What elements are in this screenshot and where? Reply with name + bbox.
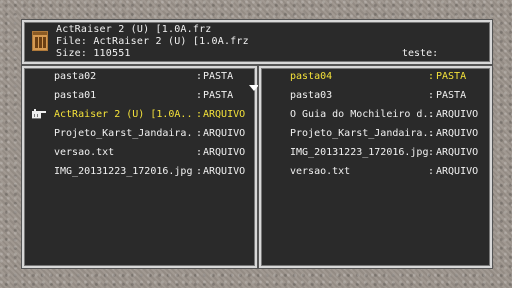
list-item-selected[interactable]: pasta04 : PASTA: [261, 71, 488, 89]
item-separator: :: [428, 128, 435, 139]
list-item-selected[interactable]: ActRaiser 2 (U) [1.0A... : ARQUIVO: [24, 109, 253, 127]
item-type: ARQUIVO: [203, 128, 246, 139]
item-type: ARQUIVO: [203, 166, 246, 177]
archive-file-icon: [32, 31, 48, 51]
item-name: versao.txt: [290, 166, 351, 177]
item-type: PASTA: [436, 90, 467, 101]
list-item[interactable]: Projeto_Karst_Jandaira... : ARQUIVO: [24, 128, 253, 146]
item-type: ARQUIVO: [203, 109, 246, 120]
item-type: ARQUIVO: [436, 128, 479, 139]
item-name: versao.txt: [54, 147, 115, 158]
item-name: ActRaiser 2 (U) [1.0A...: [54, 109, 194, 120]
item-type: PASTA: [436, 71, 467, 82]
file-title: ActRaiser 2 (U) [1.0A.frz: [56, 24, 212, 35]
item-name: pasta02: [54, 71, 97, 82]
list-item[interactable]: versao.txt : ARQUIVO: [261, 166, 488, 184]
item-name: pasta03: [290, 90, 333, 101]
item-name: pasta04: [290, 71, 333, 82]
item-separator: :: [428, 147, 435, 158]
list-item[interactable]: versao.txt : ARQUIVO: [24, 147, 253, 165]
item-separator: :: [428, 71, 435, 82]
item-name: O Guia do Mochileiro d...: [290, 109, 436, 120]
left-file-list[interactable]: pasta02 : PASTA pasta01 : PASTA ActRaise…: [22, 66, 257, 268]
list-item[interactable]: pasta01 : PASTA: [24, 90, 253, 108]
item-separator: :: [196, 71, 203, 82]
list-item[interactable]: O Guia do Mochileiro d... : ARQUIVO: [261, 109, 488, 127]
teste-label: teste:: [402, 48, 439, 59]
item-type: ARQUIVO: [203, 147, 246, 158]
item-name: Projeto_Karst_Jandaira...: [290, 128, 436, 139]
item-separator: :: [196, 166, 203, 177]
item-name: pasta01: [54, 90, 97, 101]
file-path: File: ActRaiser 2 (U) [1.0A.frz: [56, 36, 249, 47]
item-type: ARQUIVO: [436, 109, 479, 120]
item-name: IMG_20131223_172016.jpg: [54, 166, 193, 177]
item-type: PASTA: [203, 71, 234, 82]
item-type: ARQUIVO: [436, 166, 479, 177]
item-type: ARQUIVO: [436, 147, 479, 158]
list-item[interactable]: pasta02 : PASTA: [24, 71, 253, 89]
list-item[interactable]: IMG_20131223_172016.jpg : ARQUIVO: [24, 166, 253, 184]
item-name: IMG_20131223_172016.jpg: [290, 147, 429, 158]
file-info-header: ActRaiser 2 (U) [1.0A.frz File: ActRaise…: [22, 20, 492, 64]
right-file-list[interactable]: pasta04 : PASTA pasta03 : PASTA O Guia d…: [259, 66, 492, 268]
item-separator: :: [196, 90, 203, 101]
list-item[interactable]: Projeto_Karst_Jandaira... : ARQUIVO: [261, 128, 488, 146]
item-separator: :: [196, 147, 203, 158]
item-separator: :: [196, 128, 203, 139]
file-size: Size: 110551: [56, 48, 131, 59]
list-item[interactable]: IMG_20131223_172016.jpg : ARQUIVO: [261, 147, 488, 165]
item-name: Projeto_Karst_Jandaira...: [54, 128, 194, 139]
item-separator: :: [428, 109, 435, 120]
item-separator: :: [428, 90, 435, 101]
pointing-hand-cursor-icon: [32, 109, 46, 119]
item-separator: :: [428, 166, 435, 177]
list-item[interactable]: pasta03 : PASTA: [261, 90, 488, 108]
item-separator: :: [196, 109, 203, 120]
item-type: PASTA: [203, 90, 234, 101]
